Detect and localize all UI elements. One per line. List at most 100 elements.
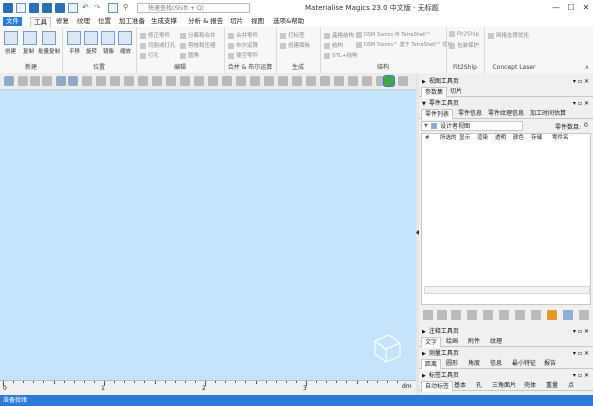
horizontal-scrollbar[interactable] <box>424 286 590 294</box>
triangles-icon[interactable] <box>194 76 204 86</box>
back-view-icon[interactable] <box>82 76 92 86</box>
scale-icon[interactable] <box>118 31 132 45</box>
menu-options-help[interactable]: 选项&帮助 <box>273 17 304 26</box>
rotate-icon[interactable] <box>84 31 98 45</box>
menu-texture[interactable]: 纹理 <box>77 17 90 26</box>
panel-controls-icon[interactable]: ▾▫✕ <box>573 327 591 336</box>
panel-controls-icon[interactable]: ▾▫✕ <box>573 99 591 108</box>
redo-icon[interactable]: ↷ <box>94 3 101 12</box>
ribbon-collapse-icon[interactable]: ∧ <box>585 64 589 71</box>
zoom-window-icon[interactable] <box>18 76 28 86</box>
mark-triangle-icon[interactable] <box>278 76 288 86</box>
fix-part-button[interactable]: 修正零件 <box>140 31 170 39</box>
menu-file[interactable]: 文件 <box>3 17 22 26</box>
scale-button[interactable]: 缩放 <box>120 47 131 55</box>
section-icon[interactable] <box>222 76 232 86</box>
unload-icon[interactable] <box>547 310 557 320</box>
marker-icon[interactable] <box>250 76 260 86</box>
invert-mark-icon[interactable] <box>362 76 372 86</box>
wireframe-icon[interactable] <box>180 76 190 86</box>
tab-distance[interactable]: 距离 <box>421 359 442 370</box>
transparent-icon[interactable] <box>499 310 509 320</box>
settings-icon[interactable] <box>108 3 118 13</box>
tab-parameter-set[interactable]: 参数集 <box>421 87 448 98</box>
pack-protect-button[interactable]: 包装保护 <box>449 41 479 49</box>
save-as-icon[interactable] <box>55 3 65 13</box>
open-icon[interactable] <box>29 3 39 13</box>
tab-part-texture-info[interactable]: 零件纹理信息 <box>485 109 527 118</box>
panel-controls-icon[interactable]: ▾▫✕ <box>573 77 591 86</box>
toolbar-more-icon[interactable] <box>398 76 408 86</box>
mesh-support-button[interactable]: 网格支撑优化 <box>488 31 529 39</box>
collapse-triangle-icon[interactable]: ▶ <box>422 78 426 87</box>
menu-position[interactable]: 位置 <box>98 17 111 26</box>
cut-punch-button[interactable]: 切割或打孔 <box>140 41 176 49</box>
punch-button[interactable]: 打孔 <box>140 51 159 59</box>
prune-compress-button[interactable]: 剪枝和压缩 <box>180 41 216 49</box>
tab-angle[interactable]: 角度 <box>465 359 483 368</box>
rotate-view-icon[interactable] <box>42 76 52 86</box>
tab-auto-label[interactable]: 自动标签 <box>421 381 454 392</box>
shaded-icon[interactable] <box>166 76 176 86</box>
show-icon[interactable] <box>467 310 477 320</box>
tab-report[interactable]: 报告 <box>541 359 559 368</box>
dsm-tetrashell-button[interactable]: DSM Sonics 中 TetraShell™ <box>356 31 431 38</box>
tab-part-list[interactable]: 零件列表 <box>421 109 454 120</box>
duplicate-button[interactable]: 复制 <box>23 47 34 55</box>
dsm-optimize-button[interactable]: DSM Sonics™ 基于 TetraShell™ 优化 <box>356 41 452 48</box>
menu-fix[interactable]: 修复 <box>56 17 69 26</box>
menu-analysis[interactable]: 分析 & 报告 <box>188 17 223 26</box>
create-button[interactable]: 创建 <box>5 47 16 55</box>
close-button[interactable]: ✕ <box>579 2 593 14</box>
annotation-toolpage-header[interactable]: ▶ 注释工具页 ▾▫✕ <box>419 327 593 336</box>
minimize-button[interactable]: — <box>549 2 563 14</box>
tab-draw[interactable]: 绘画 <box>443 337 461 346</box>
measure-toolpage-header[interactable]: ▶ 测量工具页 ▾▫✕ <box>419 349 593 358</box>
batch-duplicate-button[interactable]: 批量复制 <box>38 47 60 55</box>
menu-view[interactable]: 视图 <box>251 17 264 26</box>
boolean-button[interactable]: 布尔运算 <box>228 41 258 49</box>
select-all-icon[interactable] <box>423 310 433 320</box>
lock-icon[interactable] <box>531 310 541 320</box>
tab-shell[interactable]: 壳体 <box>521 381 539 390</box>
menu-slice[interactable]: 切片 <box>230 17 243 26</box>
tab-info[interactable]: 信息 <box>487 359 505 368</box>
mark-plane-icon[interactable] <box>320 76 330 86</box>
zoom-icon[interactable] <box>4 76 14 86</box>
tab-slice[interactable]: 切片 <box>447 87 465 96</box>
zoom-to-part-icon[interactable] <box>563 310 573 320</box>
right-view-icon[interactable] <box>110 76 120 86</box>
split-merge-button[interactable]: 分离和合并 <box>180 31 216 39</box>
view-cube-icon[interactable] <box>370 330 404 364</box>
collapse-triangle-icon[interactable]: ▶ <box>422 350 426 359</box>
tab-circle[interactable]: 圆形 <box>443 359 461 368</box>
rotate-button[interactable]: 旋转 <box>86 47 97 55</box>
create-icon[interactable] <box>4 31 18 45</box>
tab-part-info[interactable]: 零件信息 <box>455 109 485 118</box>
lattice-button[interactable]: 晶格结构 <box>324 31 354 39</box>
3d-viewport[interactable] <box>0 90 416 380</box>
export-icon[interactable] <box>68 3 78 13</box>
color-icon[interactable] <box>515 310 525 320</box>
top-view-icon[interactable] <box>124 76 134 86</box>
expand-triangle-icon[interactable]: ▼ <box>422 100 426 109</box>
mark-area-icon[interactable] <box>334 76 344 86</box>
save-icon[interactable] <box>42 3 52 13</box>
delete-part-icon[interactable] <box>579 310 589 320</box>
hide-icon[interactable] <box>451 310 461 320</box>
panel-controls-icon[interactable]: ▾▫✕ <box>573 349 591 358</box>
batch-duplicate-icon[interactable] <box>42 31 56 45</box>
tab-build-time[interactable]: 加工时间估算 <box>527 109 569 118</box>
translate-button[interactable]: 平移 <box>69 47 80 55</box>
measure-icon[interactable] <box>236 76 246 86</box>
iso-view-icon[interactable] <box>152 76 162 86</box>
undo-icon[interactable]: ↶ <box>82 3 89 12</box>
mark-shell-icon[interactable] <box>306 76 316 86</box>
maximize-button[interactable]: ☐ <box>564 2 578 14</box>
unmark-icon[interactable] <box>348 76 358 86</box>
mirror-button[interactable]: 镜像 <box>103 47 114 55</box>
stl-structure-button[interactable]: STL+结构 <box>324 51 358 59</box>
tab-weight[interactable]: 重量 <box>543 381 561 390</box>
tab-attachment[interactable]: 附件 <box>465 337 483 346</box>
menu-support[interactable]: 生成支撑 <box>151 17 177 26</box>
